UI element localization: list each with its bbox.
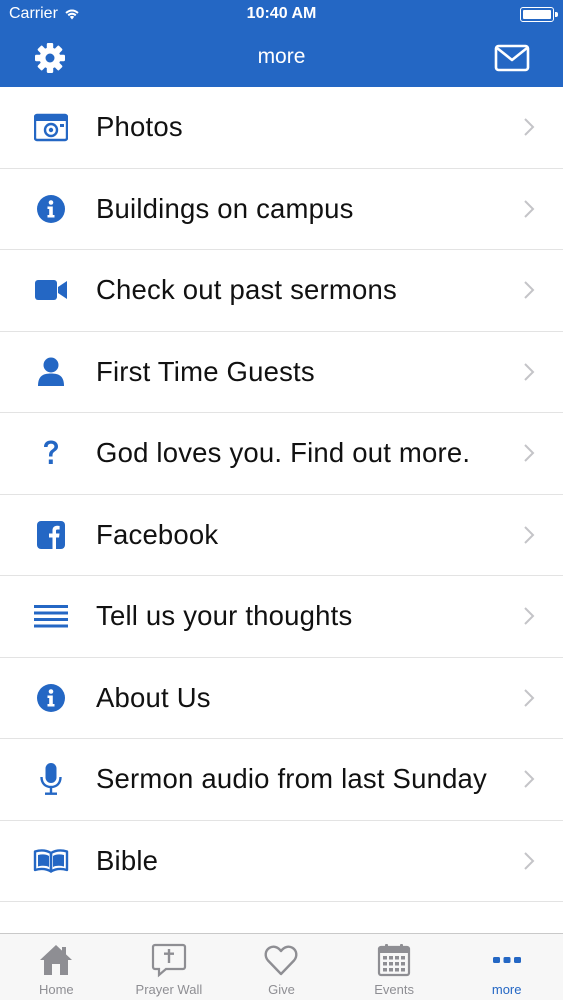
camera-icon xyxy=(33,109,69,145)
menu-item-label: Sermon audio from last Sunday xyxy=(96,763,488,795)
menu-item-label: About Us xyxy=(96,681,211,713)
tab-label: Events xyxy=(374,982,414,997)
mail-icon[interactable] xyxy=(494,42,530,74)
chevron-right-icon xyxy=(524,607,535,625)
menu-item-bible[interactable]: Bible xyxy=(0,821,563,902)
facebook-icon xyxy=(33,517,69,553)
tab-give[interactable]: Give xyxy=(225,934,338,1000)
menu-item-past-sermons[interactable]: Check out past sermons xyxy=(0,250,563,332)
info-icon xyxy=(33,680,69,716)
more-menu-list: Photos Buildings on campus Check out pas… xyxy=(0,87,563,902)
menu-item-god-loves-you[interactable]: God loves you. Find out more. xyxy=(0,413,563,495)
person-icon xyxy=(33,354,69,390)
tab-label: Give xyxy=(268,982,295,997)
microphone-icon xyxy=(33,761,69,797)
chevron-right-icon xyxy=(524,689,535,707)
question-icon xyxy=(33,435,69,471)
menu-item-label: Check out past sermons xyxy=(96,274,397,306)
menu-item-sermon-audio[interactable]: Sermon audio from last Sunday xyxy=(0,739,563,821)
menu-item-label: Facebook xyxy=(96,518,219,550)
list-lines-icon xyxy=(33,598,69,634)
chevron-right-icon xyxy=(524,852,535,870)
chevron-right-icon xyxy=(524,363,535,381)
info-icon xyxy=(33,191,69,227)
prayer-bubble-icon xyxy=(151,943,186,978)
tab-more[interactable]: more xyxy=(450,934,563,1000)
calendar-icon xyxy=(377,944,411,977)
tab-label: Home xyxy=(38,982,74,997)
menu-item-photos[interactable]: Photos xyxy=(0,87,563,169)
menu-item-feedback[interactable]: Tell us your thoughts xyxy=(0,576,563,658)
menu-item-buildings[interactable]: Buildings on campus xyxy=(0,169,563,250)
app-header: Carrier 10:40 AM more xyxy=(0,0,563,87)
menu-item-label: Tell us your thoughts xyxy=(96,600,353,632)
menu-item-label: Photos xyxy=(96,111,183,143)
status-bar: Carrier 10:40 AM xyxy=(0,0,563,30)
menu-item-label: First Time Guests xyxy=(96,355,315,387)
chevron-right-icon xyxy=(524,118,535,136)
menu-item-facebook[interactable]: Facebook xyxy=(0,495,563,576)
book-icon xyxy=(33,843,69,879)
menu-item-label: Buildings on campus xyxy=(96,192,354,224)
chevron-right-icon xyxy=(524,200,535,218)
more-dots-icon xyxy=(492,957,521,963)
tab-events[interactable]: Events xyxy=(338,934,451,1000)
heart-icon xyxy=(265,945,298,976)
home-icon xyxy=(40,945,73,975)
nav-bar: more xyxy=(0,30,563,87)
tab-home[interactable]: Home xyxy=(0,934,113,1000)
menu-item-label: God loves you. Find out more. xyxy=(96,437,471,469)
menu-item-label: Bible xyxy=(96,844,159,876)
battery-icon xyxy=(520,7,558,22)
tab-bar: Home Prayer Wall Give Events more xyxy=(0,933,563,1000)
tab-prayer-wall[interactable]: Prayer Wall xyxy=(113,934,226,1000)
tab-label: Prayer Wall xyxy=(135,982,203,997)
tab-label: more xyxy=(491,982,522,997)
status-time: 10:40 AM xyxy=(246,5,317,22)
menu-item-about-us[interactable]: About Us xyxy=(0,658,563,739)
menu-item-first-time-guests[interactable]: First Time Guests xyxy=(0,332,563,413)
chevron-right-icon xyxy=(524,526,535,544)
chevron-right-icon xyxy=(524,281,535,299)
chevron-right-icon xyxy=(524,770,535,788)
page-title: more xyxy=(257,45,306,68)
video-camera-icon xyxy=(33,272,69,308)
chevron-right-icon xyxy=(524,444,535,462)
